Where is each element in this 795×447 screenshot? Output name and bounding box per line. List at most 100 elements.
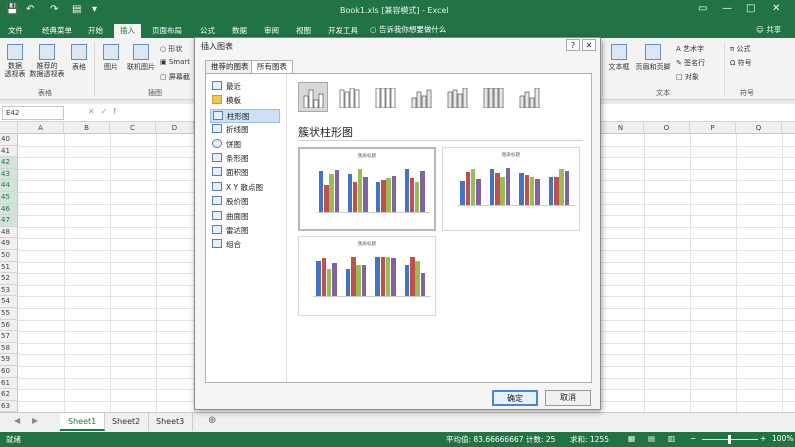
chart-preview-3[interactable]: 图表标题 xyxy=(298,236,436,316)
row-header[interactable]: 61 xyxy=(0,377,18,390)
tab-formulas[interactable]: 公式 xyxy=(194,24,221,38)
cancel-button[interactable]: 取消 xyxy=(545,390,591,406)
tab-developer[interactable]: 开发工具 xyxy=(322,24,364,38)
chart-type-templates[interactable]: 模板 xyxy=(210,94,280,108)
chart-preview-1[interactable]: 图表标题 xyxy=(298,147,436,231)
column-header[interactable]: P xyxy=(690,122,736,134)
zoom-out-icon[interactable]: − xyxy=(690,434,696,443)
tab-classic-menu[interactable]: 经典菜单 xyxy=(36,24,78,38)
sheet-tab-sheet1[interactable]: Sheet1 xyxy=(60,413,106,431)
row-header[interactable]: 59 xyxy=(0,354,18,366)
column-header[interactable]: O xyxy=(644,122,690,134)
page-break-view-icon[interactable]: ▥ xyxy=(668,434,675,443)
name-box[interactable]: E42 xyxy=(2,106,64,120)
dialog-help-button[interactable]: ? xyxy=(566,39,580,51)
chart-type-scatter[interactable]: X Y 散点图 xyxy=(210,181,280,195)
chart-type-recent[interactable]: 最近 xyxy=(210,80,280,94)
row-header[interactable]: 53 xyxy=(0,284,18,297)
select-all-corner[interactable] xyxy=(0,122,18,134)
row-header[interactable]: 50 xyxy=(0,250,18,262)
tab-all-charts[interactable]: 所有图表 xyxy=(251,60,293,74)
row-header[interactable]: 52 xyxy=(0,273,18,285)
recommended-pivot-button[interactable]: 推荐的 数据透视表 xyxy=(28,44,66,78)
row-header[interactable]: 54 xyxy=(0,296,18,308)
page-layout-view-icon[interactable]: ▤ xyxy=(648,434,655,443)
column-header[interactable]: C xyxy=(110,122,156,134)
tab-view[interactable]: 视图 xyxy=(290,24,317,38)
online-picture-button[interactable]: 联机图片 xyxy=(124,44,158,72)
maximize-button[interactable]: □ xyxy=(746,3,755,14)
subtype-3d-clustered-column[interactable] xyxy=(406,82,436,112)
cancel-icon[interactable]: ✕ xyxy=(88,107,101,116)
row-header[interactable]: 63 xyxy=(0,400,18,412)
picture-button[interactable]: 图片 xyxy=(100,44,122,72)
undo-icon[interactable]: ↶ xyxy=(26,4,34,15)
dialog-close-button[interactable]: ✕ xyxy=(582,39,596,51)
zoom-slider-thumb[interactable] xyxy=(728,435,731,444)
subtype-3d-column[interactable] xyxy=(514,82,544,112)
sheet-tab-sheet2[interactable]: Sheet2 xyxy=(104,413,150,431)
redo-icon[interactable]: ↷ xyxy=(50,4,58,15)
row-header[interactable]: 43 xyxy=(0,168,18,181)
row-header[interactable]: 40 xyxy=(0,134,18,146)
signature-line-button[interactable]: ✎ 签名行 xyxy=(676,58,705,68)
minimize-button[interactable]: — xyxy=(722,3,732,14)
tab-data[interactable]: 数据 xyxy=(226,24,253,38)
row-header[interactable]: 58 xyxy=(0,342,18,355)
tell-me-search[interactable]: ○ 告诉我你想要做什么 xyxy=(370,24,446,35)
header-footer-button[interactable]: 页眉和页脚 xyxy=(634,44,672,72)
ribbon-display-icon[interactable]: ▭ xyxy=(698,3,707,14)
tab-file[interactable]: 文件 xyxy=(2,24,29,38)
column-header[interactable]: D xyxy=(156,122,194,134)
row-header[interactable]: 46 xyxy=(0,203,18,216)
chart-type-combo[interactable]: 组合 xyxy=(210,238,280,252)
close-button[interactable]: ✕ xyxy=(772,3,780,14)
row-header[interactable]: 41 xyxy=(0,145,18,158)
wordart-button[interactable]: A 艺术字 xyxy=(676,44,704,54)
row-header[interactable]: 55 xyxy=(0,308,18,320)
row-header[interactable]: 57 xyxy=(0,331,18,343)
column-header[interactable]: Q xyxy=(736,122,782,134)
chart-type-column[interactable]: 柱形图 xyxy=(210,108,280,124)
zoom-level[interactable]: 100% xyxy=(772,434,793,443)
subtype-clustered-column[interactable] xyxy=(298,82,328,112)
print-preview-icon[interactable]: ▤ xyxy=(72,4,81,15)
ok-button[interactable]: 确定 xyxy=(492,390,538,406)
chart-type-stock[interactable]: 股价图 xyxy=(210,195,280,209)
tab-recommended-charts[interactable]: 推荐的图表 xyxy=(205,60,255,74)
table-button[interactable]: 表格 xyxy=(68,44,90,72)
chart-type-area[interactable]: 面积图 xyxy=(210,166,280,180)
share-button[interactable]: ☺ 共享 xyxy=(756,24,781,35)
column-header[interactable]: N xyxy=(598,122,644,134)
row-header[interactable]: 49 xyxy=(0,238,18,250)
textbox-button[interactable]: 文本框 xyxy=(606,44,632,72)
function-icon[interactable]: f xyxy=(113,107,122,116)
add-sheet-button[interactable]: ⊕ xyxy=(208,415,216,426)
row-header[interactable]: 62 xyxy=(0,389,18,401)
chart-preview-2[interactable]: 图表标题 xyxy=(442,147,580,231)
smartart-button[interactable]: ▣ Smart xyxy=(160,58,190,66)
shapes-button[interactable]: ○ 形状 xyxy=(160,44,182,54)
subtype-3d-100-stacked-column[interactable] xyxy=(478,82,508,112)
row-header[interactable]: 51 xyxy=(0,261,18,274)
chart-type-pie[interactable]: 饼图 xyxy=(210,138,280,152)
equation-button[interactable]: π 公式 xyxy=(730,44,750,54)
tab-review[interactable]: 审阅 xyxy=(258,24,285,38)
zoom-in-icon[interactable]: + xyxy=(760,434,766,443)
subtype-3d-stacked-column[interactable] xyxy=(442,82,472,112)
subtype-stacked-column[interactable] xyxy=(334,82,364,112)
subtype-100-stacked-column[interactable] xyxy=(370,82,400,112)
row-header[interactable]: 60 xyxy=(0,366,18,378)
row-header[interactable]: 48 xyxy=(0,226,18,239)
next-sheet-icon[interactable]: ▶ xyxy=(32,416,38,425)
pivot-table-button[interactable]: 数据 透视表 xyxy=(4,44,26,78)
tab-page-layout[interactable]: 页面布局 xyxy=(146,24,188,38)
object-button[interactable]: □ 对象 xyxy=(676,72,699,82)
chart-type-bar[interactable]: 条形图 xyxy=(210,152,280,166)
row-header[interactable]: 47 xyxy=(0,215,18,227)
tab-home[interactable]: 开始 xyxy=(82,24,109,38)
column-header[interactable]: B xyxy=(64,122,110,134)
normal-view-icon[interactable]: ▦ xyxy=(628,434,635,443)
save-icon[interactable]: 💾 xyxy=(6,4,18,15)
symbol-button[interactable]: Ω 符号 xyxy=(730,58,752,68)
